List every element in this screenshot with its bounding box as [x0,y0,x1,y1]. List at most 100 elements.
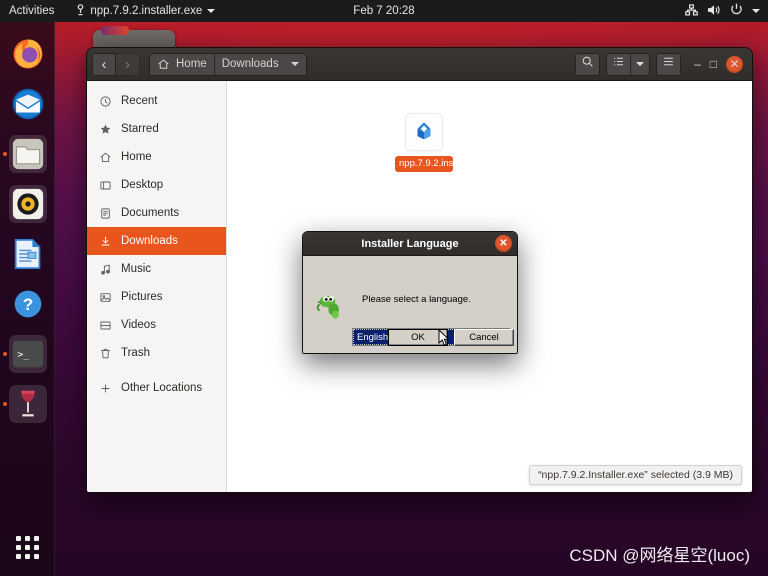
cancel-button[interactable]: Cancel [454,329,514,346]
dock-item-firefox[interactable] [0,29,55,79]
sidebar-item-recent[interactable]: Recent [87,87,226,115]
window-controls: – □ ✕ [694,56,743,73]
help-icon: ? [9,285,47,323]
dock-item-thunderbird[interactable] [0,79,55,129]
dock-item-help[interactable]: ? [0,279,55,329]
home-icon [157,58,170,71]
exe-file-icon [405,113,443,151]
home-icon [98,151,112,164]
view-options-button[interactable] [631,53,650,76]
system-tray[interactable] [685,3,760,19]
breadcrumb-home-label: Home [176,58,207,70]
dock-item-libreoffice-writer[interactable] [0,229,55,279]
sidebar-item-label: Desktop [121,179,163,191]
svg-text:?: ? [22,295,32,314]
app-menu[interactable]: npp.7.9.2.installer.exe [76,4,215,19]
sidebar-item-music[interactable]: Music [87,255,226,283]
music-note-icon [98,263,112,276]
wine-icon [9,385,47,423]
app-menu-label: npp.7.9.2.installer.exe [90,5,202,17]
sidebar-item-home[interactable]: Home [87,143,226,171]
files-headerbar: ‹ › Home Downloads [87,48,752,81]
menu-button[interactable] [656,53,681,76]
svg-text:>_: >_ [17,350,29,361]
sidebar-item-documents[interactable]: Documents [87,199,226,227]
sidebar-item-desktop[interactable]: Desktop [87,171,226,199]
search-icon [581,55,594,73]
dock-item-files[interactable] [0,129,55,179]
minimize-button[interactable]: – [694,58,701,70]
sidebar: Recent Starred Home Desktop Documents Downloa… [87,81,227,493]
download-icon [98,235,112,248]
sidebar-item-pictures[interactable]: Pictures [87,283,226,311]
dialog-message: Please select a language. [362,294,471,305]
terminal-icon: >_ [9,335,47,373]
list-view-icon [612,55,625,73]
sidebar-item-label: Trash [121,347,150,359]
dialog-titlebar: Installer Language ✕ [303,232,517,256]
trash-icon [98,347,112,360]
power-icon [730,3,743,19]
sidebar-item-label: Documents [121,207,179,219]
list-view-button[interactable] [606,53,631,76]
maximize-button[interactable]: □ [710,58,717,70]
sidebar-item-label: Other Locations [121,382,202,394]
app-indicator-icon [76,4,85,19]
show-applications-button[interactable] [0,522,55,572]
breadcrumb-downloads[interactable]: Downloads [215,53,307,76]
chevron-down-icon [752,9,760,13]
dock-item-wine[interactable] [0,379,55,429]
notepadplusplus-chameleon-icon [316,292,346,325]
dialog-body: Please select a language. English OK Can… [303,256,517,354]
files-icon [9,135,47,173]
background-window-titlebar-accent [101,26,129,35]
sidebar-item-label: Downloads [121,235,178,247]
thunderbird-icon [9,85,47,123]
dock: ? >_ [0,22,55,576]
firefox-icon [9,35,47,73]
chevron-down-icon [636,62,644,66]
sidebar-item-other-locations[interactable]: Other Locations [87,374,226,402]
forward-button[interactable]: › [116,53,140,76]
csdn-watermark: CSDN @网络星空(luoc) [569,541,750,566]
star-icon [98,123,112,136]
sidebar-item-label: Starred [121,123,159,135]
sidebar-item-label: Pictures [121,291,163,303]
breadcrumb-downloads-label: Downloads [222,58,279,70]
apps-grid-icon [16,536,39,559]
dock-item-terminal[interactable]: >_ [0,329,55,379]
sidebar-item-starred[interactable]: Starred [87,115,226,143]
sidebar-item-label: Home [121,151,152,163]
sidebar-item-videos[interactable]: Videos [87,311,226,339]
status-bar: “npp.7.9.2.Installer.exe” selected (3.9 … [529,465,742,485]
search-button[interactable] [575,53,600,76]
network-icon [685,4,698,19]
dock-item-rhythmbox[interactable] [0,179,55,229]
chevron-down-icon [291,62,299,66]
breadcrumb-home[interactable]: Home [149,53,215,76]
video-icon [98,319,112,332]
sidebar-item-label: Videos [121,319,156,331]
plus-icon [98,382,112,395]
volume-icon [707,4,721,19]
activities-button[interactable]: Activities [0,5,64,17]
sidebar-item-downloads[interactable]: Downloads [87,227,226,255]
gnome-topbar: Activities npp.7.9.2.installer.exe Feb 7… [0,0,768,22]
back-button[interactable]: ‹ [92,53,116,76]
breadcrumb: Home Downloads [149,53,307,76]
installer-language-dialog[interactable]: Installer Language ✕ Please select a lan… [302,231,518,354]
sidebar-item-trash[interactable]: Trash [87,339,226,367]
navigation-buttons: ‹ › [92,53,140,76]
dialog-close-button[interactable]: ✕ [495,235,512,252]
sidebar-separator [87,367,226,374]
close-button[interactable]: ✕ [726,56,743,73]
documents-icon [98,207,112,220]
sidebar-item-label: Recent [121,95,157,107]
libreoffice-writer-icon [9,235,47,273]
hamburger-menu-icon [662,55,675,73]
dialog-title-label: Installer Language [361,238,458,250]
picture-icon [98,291,112,304]
file-item-npp-installer[interactable]: npp.7.9.2.installer.exe [393,113,455,172]
rhythmbox-icon [9,185,47,223]
mouse-cursor [438,329,450,352]
